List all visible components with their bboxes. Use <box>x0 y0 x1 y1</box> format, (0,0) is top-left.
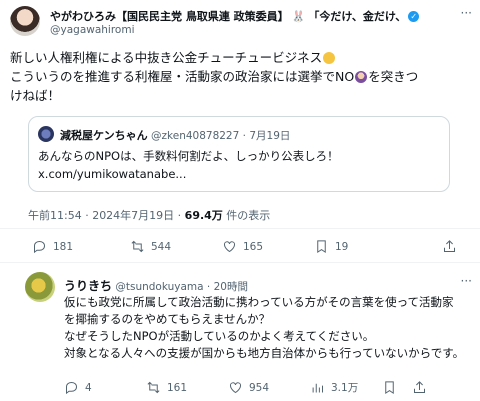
share-button[interactable] <box>442 239 457 254</box>
reply-bookmark-button[interactable] <box>382 380 397 395</box>
main-avatar[interactable] <box>10 6 40 36</box>
reply-count: 181 <box>53 240 74 253</box>
share-icon <box>414 381 425 393</box>
heart-icon <box>230 382 241 394</box>
reply-action-bar: 4 161 954 3.1万 <box>64 380 466 398</box>
quote-author-name[interactable]: 減税屋ケンちゃん <box>60 129 148 142</box>
person-emoji-icon <box>355 71 368 83</box>
repost-count: 544 <box>151 240 172 253</box>
repost-icon <box>147 381 160 394</box>
reply-repost-count: 161 <box>167 381 188 394</box>
reply-author-name[interactable]: うりきち <box>64 279 112 293</box>
reply-time[interactable]: 20時間 <box>214 281 248 293</box>
reply-line-1: 仮にも政党に所属して政治活動に携わっている方がその言葉を使って活動家 <box>64 295 454 309</box>
sweat-face-emoji-icon <box>323 52 336 64</box>
reply-button[interactable]: 181 <box>32 239 73 254</box>
reply-icon <box>34 240 46 254</box>
author-name[interactable]: やがわひろみ <box>50 10 116 23</box>
like-count: 165 <box>243 240 264 253</box>
rabbit-badge-icon: 🐰 <box>291 10 306 23</box>
reply-author-handle[interactable]: @tsundokuyama <box>115 281 203 293</box>
bookmark-icon <box>317 240 326 254</box>
reply-line-2: を揶揄するのをやめてもらえませんか？ <box>64 312 271 326</box>
reply-views-button[interactable]: 3.1万 <box>310 380 358 395</box>
reply-more-options-icon[interactable]: ··· <box>461 274 472 288</box>
author-handle[interactable]: @yagawahiromi <box>50 24 135 36</box>
views-chart-icon <box>312 383 323 393</box>
verified-icon: ✓ <box>408 11 420 22</box>
bookmark-count: 19 <box>335 240 349 253</box>
tweet-line-1: 新しい人権利権による中抜き公金チューチュービジネス <box>10 50 323 65</box>
quote-header: 減税屋ケンちゃん @zken40878227 · 7月19日 <box>60 127 290 143</box>
quote-author-handle: @zken40878227 <box>151 130 240 142</box>
quote-avatar[interactable] <box>38 126 54 142</box>
view-count: 69.4万 <box>184 209 223 222</box>
quote-date: 7月19日 <box>249 130 291 142</box>
author-tagline[interactable]: 「今だけ、金だけ、 <box>308 10 406 23</box>
reply-view-count: 3.1万 <box>331 382 359 394</box>
reply-share-button[interactable] <box>412 380 427 395</box>
tweet-line-2a: こういうのを推進する利権屋・活動家の政治家には選挙でNO <box>10 69 355 84</box>
tweet-meta: 午前11:54 · 2024年7月19日 · 69.4万 件の表示 <box>28 207 270 223</box>
quote-sep: · <box>242 130 246 142</box>
tweet-line-2b: を突きつ <box>368 69 419 84</box>
divider-top <box>0 228 480 229</box>
quote-tweet-card[interactable]: 減税屋ケンちゃん @zken40878227 · 7月19日 あんならのNPOは… <box>28 116 450 192</box>
quote-link[interactable]: x.com/yumikowatanabe... <box>38 167 186 181</box>
reply-like-count: 954 <box>249 381 270 394</box>
repost-button[interactable]: 544 <box>130 239 171 254</box>
divider-bottom <box>0 262 480 263</box>
reply-like-button[interactable]: 954 <box>228 380 269 395</box>
tweet-text: 新しい人権利権による中抜き公金チューチュービジネス こういうのを推進する利権屋・… <box>10 48 468 105</box>
heart-icon <box>224 241 235 253</box>
reply-line-4: 対象となる人々への支援が国からも地方自治体からも行っていないからです。 <box>64 346 465 360</box>
bookmark-icon <box>385 381 394 395</box>
author-name-row: やがわひろみ【国民民主党 鳥取県連 政策委員】 🐰 「今だけ、金だけ、 ✓ <box>50 8 470 24</box>
tweet-line-3: けねば！ <box>10 88 61 103</box>
reply-repost-button[interactable]: 161 <box>146 380 187 395</box>
reply-reply-button[interactable]: 4 <box>64 380 92 395</box>
repost-icon <box>131 240 144 253</box>
quote-text: あんならのNPOは、手数料何割だよ、しっかり公表しろ！ <box>38 149 339 163</box>
reply-sep: · <box>206 281 211 293</box>
bookmark-button[interactable]: 19 <box>314 239 348 254</box>
reply-header: うりきち @tsundokuyama · 20時間 <box>64 277 248 294</box>
like-button[interactable]: 165 <box>222 239 263 254</box>
reply-line-3: なぜそうしたNPOが活動しているのかよく考えてください。 <box>64 329 375 343</box>
reply-reply-count: 4 <box>85 381 92 394</box>
reply-icon <box>66 381 78 395</box>
reply-avatar[interactable] <box>25 272 55 302</box>
more-options-icon[interactable]: ··· <box>461 6 472 20</box>
author-title-tag[interactable]: 【国民民主党 鳥取県連 政策委員】 <box>116 10 289 23</box>
share-icon <box>444 240 455 252</box>
view-label: 件の表示 <box>222 209 271 222</box>
tweet-timestamp[interactable]: 午前11:54 · 2024年7月19日 · <box>28 209 185 222</box>
reply-text: 仮にも政党に所属して政治活動に携わっている方がその言葉を使って活動家 を揶揄する… <box>64 294 468 362</box>
main-action-bar: 181 544 165 19 <box>22 239 466 257</box>
